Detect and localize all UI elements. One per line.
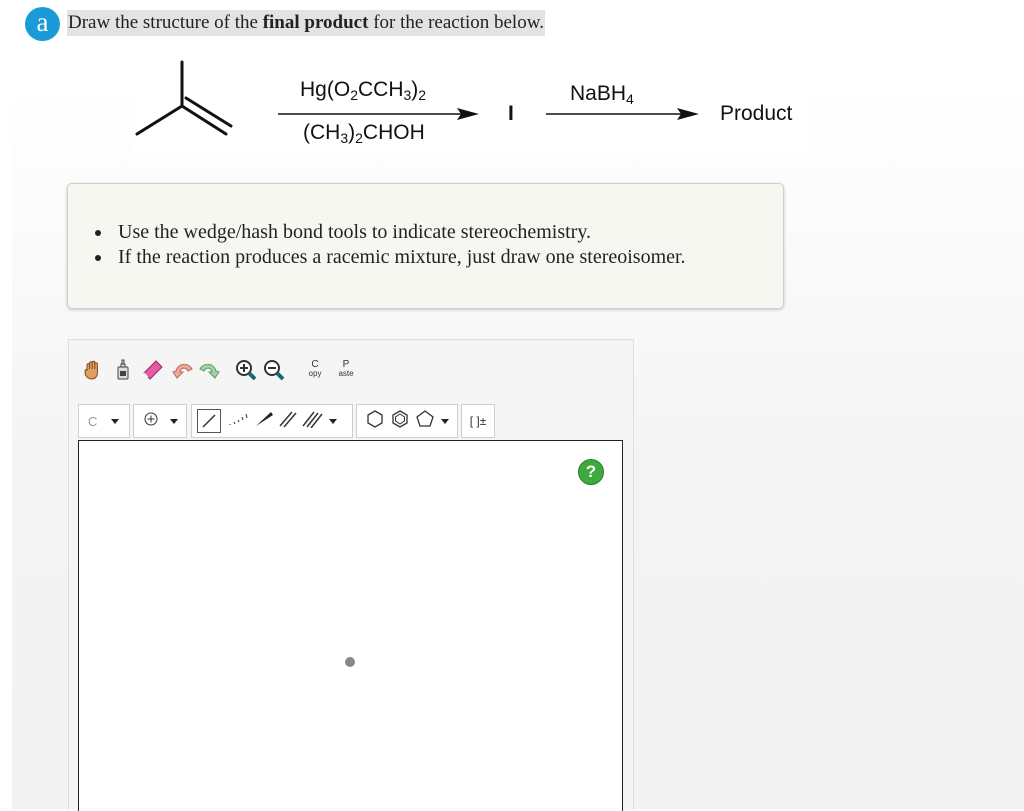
chevron-down-icon[interactable] (111, 418, 120, 424)
reagent-mercuric-acetate: Hg(O2CCH3)2 (300, 78, 427, 103)
clear-canvas-icon[interactable] (111, 358, 135, 382)
intermediate-label: I (508, 102, 514, 125)
chevron-down-icon[interactable] (170, 418, 178, 424)
question-text-start: Draw the structure of the (68, 12, 263, 33)
instruction-item: If the reaction produces a racemic mixtu… (95, 246, 686, 268)
charge-plus-icon (144, 412, 158, 431)
zoom-in-icon[interactable] (234, 358, 258, 382)
hash-bond-icon[interactable] (227, 410, 249, 433)
bond-tools (191, 404, 353, 438)
canvas-marker (345, 657, 355, 667)
paste-label-bottom: aste (338, 369, 354, 378)
ring-tools (356, 404, 458, 438)
triple-bond-icon[interactable] (301, 410, 323, 433)
atom-label: C (88, 413, 98, 429)
reagent-isopropanol: (CH3)2CHOH (303, 121, 425, 146)
instructions-box: Use the wedge/hash bond tools to indicat… (67, 183, 784, 309)
benzene-icon[interactable] (390, 409, 410, 434)
copy-label-bottom: opy (308, 369, 322, 378)
isobutylene-structure (135, 60, 233, 136)
instructions-list: Use the wedge/hash bond tools to indicat… (95, 220, 686, 270)
copy-button[interactable]: C opy (303, 357, 327, 381)
charge-selector[interactable] (133, 404, 187, 438)
wedge-bond-icon[interactable] (253, 410, 275, 433)
drawing-canvas[interactable]: ? (78, 440, 623, 811)
chevron-down-icon[interactable] (329, 418, 337, 424)
zoom-out-icon[interactable] (262, 358, 286, 382)
question-text-end: for the reaction below. (368, 12, 544, 33)
question-text: Draw the structure of the final product … (67, 10, 545, 36)
paste-button[interactable]: P aste (334, 357, 358, 381)
chevron-down-icon[interactable] (441, 418, 449, 424)
product-label: Product (720, 102, 793, 125)
help-button[interactable]: ? (578, 459, 604, 485)
cyclopentane-icon[interactable] (415, 409, 435, 434)
paste-label-top: P (342, 359, 350, 370)
eraser-icon[interactable] (141, 358, 165, 382)
reaction-arrow-2 (546, 108, 699, 120)
copy-label-top: C (311, 359, 319, 370)
undo-icon[interactable] (172, 358, 196, 382)
bracket-tool[interactable]: [ ]± (461, 404, 495, 438)
double-bond-icon[interactable] (277, 410, 299, 433)
single-bond-icon[interactable] (197, 409, 221, 433)
hand-tool-icon[interactable] (81, 358, 105, 382)
reagent-sodium-borohydride: NaBH4 (570, 82, 634, 107)
question-text-bold: final product (262, 12, 369, 33)
part-badge: a (25, 7, 60, 41)
redo-icon[interactable] (196, 358, 220, 382)
reaction-drawing (135, 60, 699, 136)
reaction-arrow-1 (278, 108, 479, 120)
structure-editor: C opy P aste C []± ? (68, 339, 634, 811)
atom-selector[interactable]: C (78, 404, 130, 438)
instruction-item: Use the wedge/hash bond tools to indicat… (95, 220, 686, 245)
reaction-scheme: Hg(O2CCH3)2 (CH3)2CHOH I NaBH4 Product (133, 57, 807, 154)
cyclohexane-icon[interactable] (365, 409, 385, 434)
